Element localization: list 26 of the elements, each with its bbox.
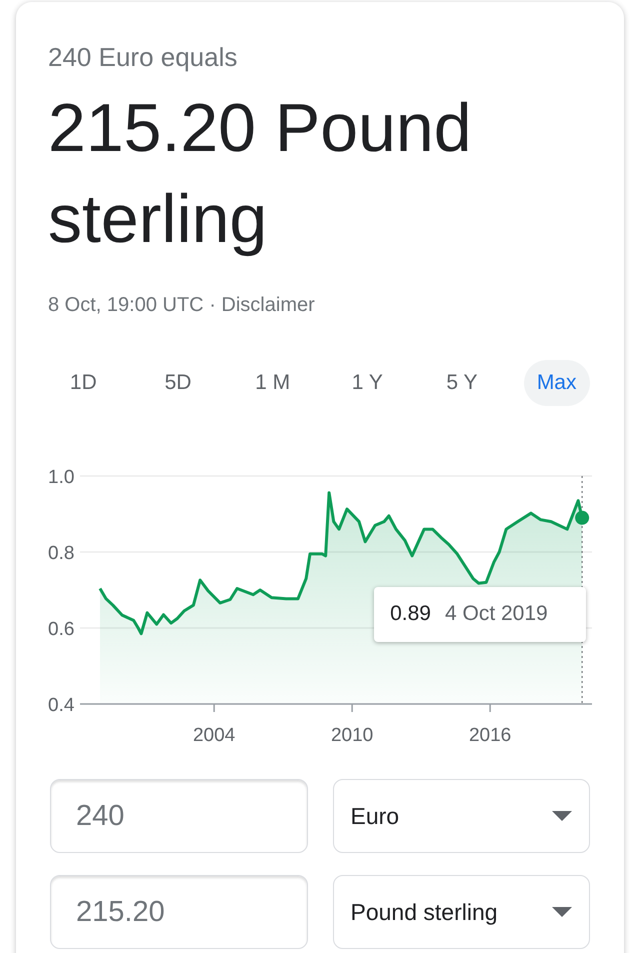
range-tab[interactable]: 5D bbox=[152, 360, 204, 406]
query-text: 240 Euro equals bbox=[48, 41, 238, 73]
range-tab[interactable]: 1 M bbox=[242, 360, 304, 406]
amount-field[interactable]: 240 bbox=[50, 779, 308, 853]
y-axis-label: 0.6 bbox=[48, 619, 74, 640]
x-axis-label: 2016 bbox=[468, 725, 512, 746]
update-time: 8 Oct, 19:00 UTC · Disclaimer bbox=[48, 293, 316, 317]
range-tab[interactable]: Max bbox=[524, 360, 590, 406]
disclaimer-link[interactable]: Disclaimer bbox=[221, 294, 315, 316]
result-amount: 215.20 Pound sterling bbox=[48, 89, 473, 259]
currency-select[interactable]: Pound sterling bbox=[332, 875, 590, 949]
range-tab[interactable]: 1D bbox=[56, 360, 110, 406]
y-axis-label: 0.4 bbox=[48, 695, 74, 716]
amount-field[interactable]: 215.20 bbox=[50, 875, 308, 949]
y-axis-label: 0.8 bbox=[48, 543, 74, 564]
caret-icon bbox=[552, 907, 572, 917]
data-point-marker bbox=[575, 510, 590, 525]
currency-select[interactable]: Euro bbox=[332, 779, 590, 853]
range-tab[interactable]: 5 Y bbox=[433, 360, 491, 406]
caret-icon bbox=[552, 811, 572, 821]
y-axis-label: 1.0 bbox=[48, 467, 74, 488]
tooltip-value: 0.89 bbox=[390, 602, 431, 626]
range-tab[interactable]: 1 Y bbox=[338, 360, 396, 406]
tooltip-date: 4 Oct 2019 bbox=[444, 602, 548, 626]
x-axis-label: 2010 bbox=[330, 725, 374, 746]
x-axis-label: 2004 bbox=[192, 725, 236, 746]
